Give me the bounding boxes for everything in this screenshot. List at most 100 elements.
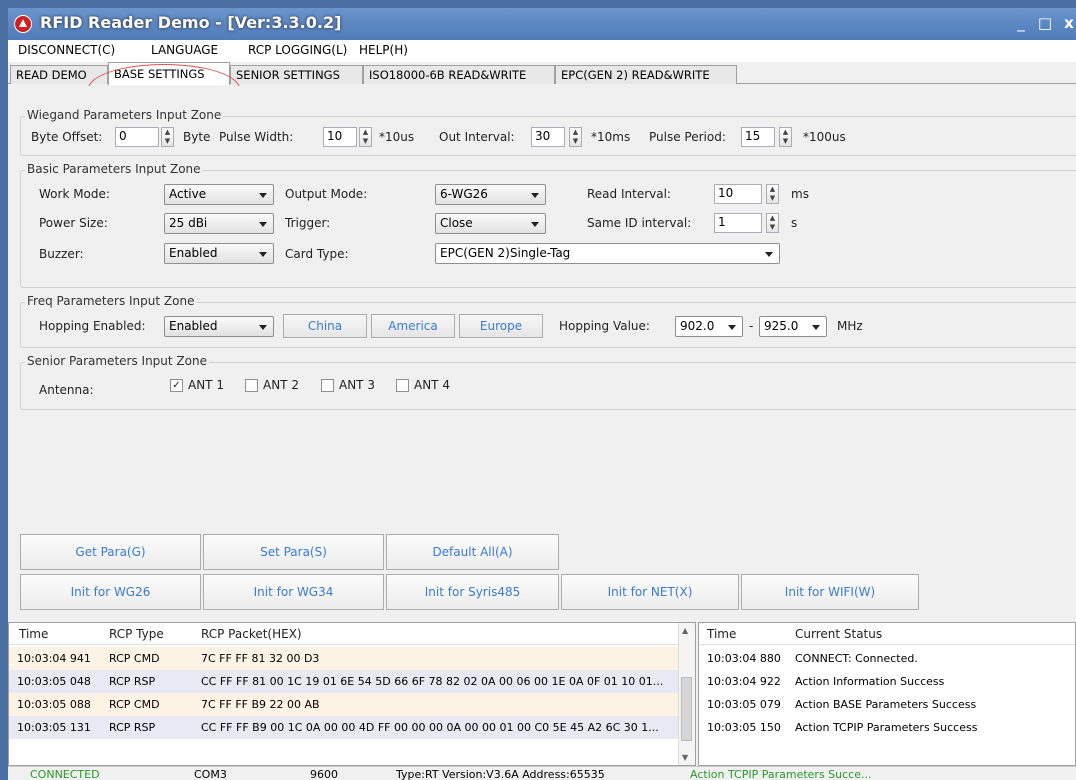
byte-unit: Byte bbox=[183, 130, 211, 144]
rcp-log-scrollbar[interactable]: ▲ ▼ bbox=[678, 623, 695, 765]
col-status-time[interactable]: Time bbox=[707, 627, 736, 641]
status-log-list[interactable]: Time Current Status 10:03:04 880 CONNECT… bbox=[698, 622, 1076, 766]
row-type: RCP RSP bbox=[109, 675, 156, 688]
freq-group: Freq Parameters Input Zone Hopping Enabl… bbox=[20, 294, 1076, 348]
init-net-button[interactable]: Init for NET(X) bbox=[561, 574, 739, 610]
ant3-checkbox[interactable] bbox=[321, 379, 334, 392]
pulse-width-unit: *10us bbox=[379, 130, 415, 144]
same-id-label: Same ID interval: bbox=[587, 216, 692, 230]
status-row-time: 10:03:05 150 bbox=[707, 721, 781, 734]
rcp-log-row[interactable]: 10:03:05 088 RCP CMD 7C FF FF B9 22 00 A… bbox=[9, 693, 695, 716]
col-time[interactable]: Time bbox=[19, 627, 48, 641]
trigger-label: Trigger: bbox=[285, 216, 331, 230]
init-syris485-button[interactable]: Init for Syris485 bbox=[386, 574, 559, 610]
minimize-button[interactable]: _ bbox=[1010, 14, 1032, 34]
same-id-unit: s bbox=[791, 216, 798, 230]
init-wg26-button[interactable]: Init for WG26 bbox=[20, 574, 201, 610]
power-size-select[interactable]: 25 dBi bbox=[164, 213, 274, 234]
init-wifi-button[interactable]: Init for WIFI(W) bbox=[741, 574, 919, 610]
ant4-label: ANT 4 bbox=[414, 378, 450, 392]
read-interval-input[interactable]: 10 bbox=[714, 184, 762, 204]
status-row-text: Action TCPIP Parameters Success bbox=[795, 721, 978, 734]
pulse-width-spinner[interactable]: ▲ ▼ bbox=[359, 127, 372, 147]
menu-disconnect[interactable]: DISCONNECT(C) bbox=[18, 43, 115, 57]
col-current-status[interactable]: Current Status bbox=[795, 627, 882, 641]
europe-button[interactable]: Europe bbox=[459, 314, 543, 338]
ant4-checkbox[interactable] bbox=[396, 379, 409, 392]
ant2-checkbox[interactable] bbox=[245, 379, 258, 392]
menu-language[interactable]: LANGUAGE bbox=[151, 43, 218, 57]
rcp-log-row[interactable]: 10:03:05 048 RCP RSP CC FF FF 81 00 1C 1… bbox=[9, 670, 695, 693]
ant1-checkbox[interactable]: ✓ bbox=[170, 379, 183, 392]
rcp-log-list[interactable]: Time RCP Type RCP Packet(HEX) 10:03:04 9… bbox=[8, 622, 696, 766]
last-action-status: Action TCPIP Parameters Succe... bbox=[690, 768, 872, 780]
row-time: 10:03:05 131 bbox=[17, 721, 91, 734]
menu-help[interactable]: HELP(H) bbox=[359, 43, 408, 57]
status-log-row[interactable]: 10:03:04 880 CONNECT: Connected. bbox=[699, 647, 1075, 670]
freq-title: Freq Parameters Input Zone bbox=[25, 294, 197, 308]
app-window: RFID Reader Demo - [Ver:3.3.0.2] _ □ x D… bbox=[8, 8, 1076, 780]
rcp-log-row[interactable]: 10:03:04 941 RCP CMD 7C FF FF 81 32 00 D… bbox=[9, 647, 695, 670]
status-row-time: 10:03:04 880 bbox=[707, 652, 781, 665]
china-button[interactable]: China bbox=[283, 314, 367, 338]
tab-iso18000[interactable]: ISO18000-6B READ&WRITE bbox=[363, 65, 555, 84]
power-size-label: Power Size: bbox=[39, 216, 108, 230]
status-log-row[interactable]: 10:03:04 922 Action Information Success bbox=[699, 670, 1075, 693]
buzzer-select[interactable]: Enabled bbox=[164, 243, 274, 264]
hopping-enabled-select[interactable]: Enabled bbox=[164, 316, 274, 337]
col-rcp-packet[interactable]: RCP Packet(HEX) bbox=[201, 627, 302, 641]
init-wg34-button[interactable]: Init for WG34 bbox=[203, 574, 384, 610]
out-interval-spinner[interactable]: ▲ ▼ bbox=[569, 127, 582, 147]
set-para-button[interactable]: Set Para(S) bbox=[203, 534, 384, 570]
ant1-label: ANT 1 bbox=[188, 378, 224, 392]
out-interval-unit: *10ms bbox=[591, 130, 631, 144]
status-bar: CONNECTED COM3 9600 Type:RT Version:V3.6… bbox=[8, 766, 1076, 780]
card-type-select[interactable]: EPC(GEN 2)Single-Tag bbox=[435, 243, 780, 264]
trigger-select[interactable]: Close bbox=[435, 213, 546, 234]
baud-rate: 9600 bbox=[310, 768, 338, 780]
america-button[interactable]: America bbox=[371, 314, 455, 338]
tab-epc-gen2[interactable]: EPC(GEN 2) READ&WRITE bbox=[555, 65, 737, 84]
byte-offset-input[interactable]: 0 bbox=[115, 127, 159, 147]
rcp-log-row[interactable]: 10:03:05 131 RCP RSP CC FF FF B9 00 1C 0… bbox=[9, 716, 695, 739]
out-interval-input[interactable]: 30 bbox=[531, 127, 565, 147]
default-all-button[interactable]: Default All(A) bbox=[386, 534, 559, 570]
pulse-width-label: Pulse Width: bbox=[219, 130, 294, 144]
card-type-label: Card Type: bbox=[285, 247, 349, 261]
senior-group: Senior Parameters Input Zone Antenna: ✓ … bbox=[20, 354, 1076, 410]
freq-from-select[interactable]: 902.0 bbox=[675, 316, 743, 337]
close-button[interactable]: x bbox=[1058, 14, 1076, 34]
status-log-row[interactable]: 10:03:05 079 Action BASE Parameters Succ… bbox=[699, 693, 1075, 716]
antenna-label: Antenna: bbox=[39, 383, 94, 397]
same-id-input[interactable]: 1 bbox=[714, 213, 762, 233]
read-interval-spinner[interactable]: ▲ ▼ bbox=[766, 184, 779, 204]
row-packet: 7C FF FF 81 32 00 D3 bbox=[201, 652, 320, 665]
rcp-log-header: Time RCP Type RCP Packet(HEX) bbox=[9, 623, 695, 645]
basic-title: Basic Parameters Input Zone bbox=[25, 162, 203, 176]
pulse-width-input[interactable]: 10 bbox=[323, 127, 357, 147]
work-mode-select[interactable]: Active bbox=[164, 184, 274, 205]
menu-rcp-logging[interactable]: RCP LOGGING(L) bbox=[248, 43, 347, 57]
status-row-time: 10:03:04 922 bbox=[707, 675, 781, 688]
byte-offset-spinner[interactable]: ▲ ▼ bbox=[161, 127, 174, 147]
freq-to-select[interactable]: 925.0 bbox=[759, 316, 827, 337]
maximize-button[interactable]: □ bbox=[1034, 14, 1056, 34]
byte-offset-label: Byte Offset: bbox=[31, 130, 103, 144]
output-mode-select[interactable]: 6-WG26 bbox=[435, 184, 546, 205]
status-row-text: CONNECT: Connected. bbox=[795, 652, 918, 665]
menu-bar: DISCONNECT(C) LANGUAGE RCP LOGGING(L) HE… bbox=[8, 40, 1076, 62]
row-packet: 7C FF FF B9 22 00 AB bbox=[201, 698, 320, 711]
get-para-button[interactable]: Get Para(G) bbox=[20, 534, 201, 570]
wiegand-group: Wiegand Parameters Input Zone Byte Offse… bbox=[20, 108, 1076, 156]
tab-senior-settings[interactable]: SENIOR SETTINGS bbox=[230, 65, 363, 84]
col-rcp-type[interactable]: RCP Type bbox=[109, 627, 164, 641]
pulse-period-input[interactable]: 15 bbox=[741, 127, 775, 147]
status-log-row[interactable]: 10:03:05 150 Action TCPIP Parameters Suc… bbox=[699, 716, 1075, 739]
ant3-label: ANT 3 bbox=[339, 378, 375, 392]
com-port: COM3 bbox=[194, 768, 227, 780]
same-id-spinner[interactable]: ▲ ▼ bbox=[766, 213, 779, 233]
row-type: RCP CMD bbox=[109, 652, 160, 665]
row-time: 10:03:05 048 bbox=[17, 675, 91, 688]
title-bar[interactable]: RFID Reader Demo - [Ver:3.3.0.2] _ □ x bbox=[8, 8, 1076, 40]
pulse-period-spinner[interactable]: ▲ ▼ bbox=[779, 127, 792, 147]
